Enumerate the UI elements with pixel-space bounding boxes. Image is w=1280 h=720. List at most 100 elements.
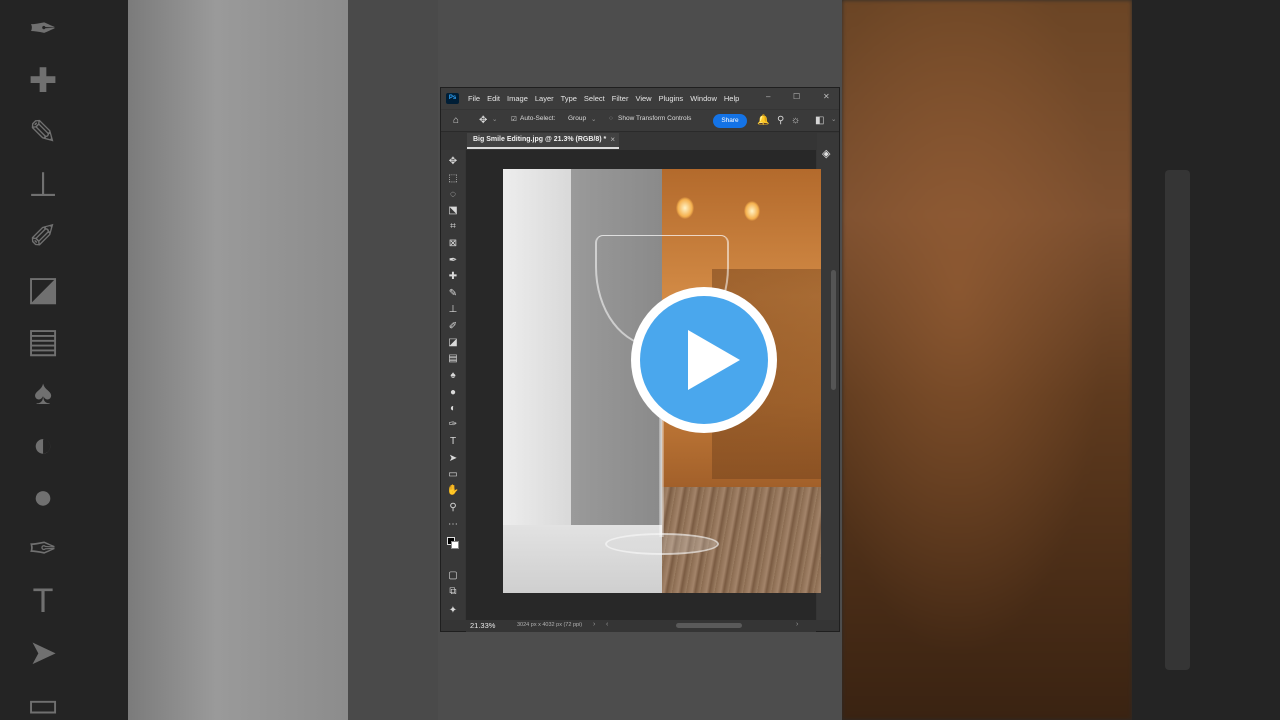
share-button[interactable]: Share (713, 114, 747, 128)
marquee-icon[interactable]: ⬚ (445, 172, 461, 186)
horizontal-scrollbar[interactable] (676, 623, 742, 628)
healing-brush-icon[interactable]: ✚ (445, 270, 461, 284)
menu-window[interactable]: Window (690, 94, 717, 103)
notifications-icon[interactable]: 🔔 (757, 115, 769, 127)
rectangle-icon[interactable]: ▭ (445, 468, 461, 482)
auto-select-dropdown[interactable]: Group (568, 115, 586, 122)
screen-mode-icon[interactable]: ⧉ (445, 585, 461, 599)
background-dark-right (1132, 0, 1280, 720)
menu-view[interactable]: View (635, 94, 651, 103)
close-window-button[interactable]: ✕ (823, 92, 830, 101)
bg-blur-icon: ♠ (33, 374, 53, 412)
status-bar: 21.33% 3024 px x 4032 px (72 ppi) › ‹ › (466, 620, 816, 632)
zoom-level[interactable]: 21.33% (470, 621, 495, 630)
play-button-circle (640, 296, 768, 424)
menu-edit[interactable]: Edit (487, 94, 500, 103)
bg-history-brush-icon: ✐ (28, 218, 58, 256)
dodge-icon[interactable]: ● (445, 386, 461, 400)
move-tool-icon[interactable]: ✥ (479, 115, 487, 127)
canvas-area[interactable] (466, 150, 836, 620)
menu-bar: Ps File Edit Image Layer Type Select Fil… (441, 88, 839, 109)
show-transform-label: Show Transform Controls (618, 115, 692, 122)
crop-icon[interactable]: ⌗ (445, 220, 461, 234)
status-chevron-icon[interactable]: › (593, 621, 595, 628)
workspace-chevron-icon[interactable]: ⌄ (831, 115, 836, 123)
maximize-button[interactable]: ☐ (793, 92, 800, 101)
zoom-icon[interactable]: ⚲ (445, 501, 461, 515)
history-brush-icon[interactable]: ✐ (445, 320, 461, 334)
bg-burn-icon: ● (32, 478, 54, 516)
bg-eyedropper-icon: ✒ (28, 10, 58, 48)
bg-rectangle-icon: ▭ (26, 686, 60, 720)
background-canvas-mid (348, 0, 438, 720)
brush-icon[interactable]: ✎ (445, 287, 461, 301)
background-scrollbar (1165, 170, 1190, 670)
bg-healing-icon: ✚ (28, 62, 58, 100)
bg-dodge-icon: ◐ (32, 426, 54, 464)
play-button[interactable] (631, 287, 777, 433)
search-icon[interactable]: ⚲ (777, 115, 784, 127)
video-frame: ✒ ✚ ✎ ⊥ ✐ ◪ ▤ ♠ ◐ ● ✑ T ➤ ▭ Ps File Edit… (0, 0, 1280, 720)
wine-glass-base (605, 533, 719, 555)
document-tab[interactable]: Big Smile Editing.jpg @ 21.3% (RGB/8) * … (467, 133, 619, 149)
vertical-scrollbar[interactable] (831, 270, 836, 390)
minimize-button[interactable]: – (766, 92, 770, 101)
scroll-left-icon[interactable]: ‹ (606, 621, 608, 628)
auto-select-checkbox[interactable]: ☑ (511, 115, 517, 123)
play-icon (688, 330, 740, 390)
scroll-right-icon[interactable]: › (796, 621, 798, 628)
document-info: 3024 px x 4032 px (72 ppi) (517, 622, 583, 628)
photoshop-logo: Ps (446, 93, 459, 104)
frame-icon[interactable]: ⊠ (445, 237, 461, 251)
document-title: Big Smile Editing.jpg @ 21.3% (RGB/8) * (473, 136, 607, 143)
workspace-icon[interactable]: ◧ (815, 115, 824, 127)
layers-panel-icon[interactable]: ◈ (822, 147, 830, 160)
discover-icon[interactable]: ☼ (791, 115, 800, 127)
menu-select[interactable]: Select (584, 94, 605, 103)
menu-image[interactable]: Image (507, 94, 528, 103)
hand-icon[interactable]: ✋ (445, 484, 461, 498)
object-select-icon[interactable]: ⬔ (445, 204, 461, 218)
clone-stamp-icon[interactable]: ⊥ (445, 303, 461, 317)
menu-layer[interactable]: Layer (535, 94, 554, 103)
home-icon[interactable]: ⌂ (453, 115, 459, 127)
auto-select-label: Auto-Select: (520, 115, 556, 122)
background-canvas-light (128, 0, 348, 720)
menu-plugins[interactable]: Plugins (659, 94, 684, 103)
menu-file[interactable]: File (468, 94, 480, 103)
lasso-icon[interactable]: ◌ (445, 188, 461, 202)
move-icon[interactable]: ✥ (445, 155, 461, 169)
path-select-icon[interactable]: ➤ (445, 452, 461, 466)
quick-mask-icon[interactable]: ▢ (445, 569, 461, 583)
close-tab-icon[interactable]: × (610, 135, 615, 144)
bg-eraser-icon: ◪ (26, 270, 60, 308)
more-tools-icon[interactable]: ⋯ (445, 518, 461, 532)
show-transform-checkbox[interactable]: ○ (609, 115, 613, 122)
photoshop-window: Ps File Edit Image Layer Type Select Fil… (440, 87, 840, 632)
move-preset-chevron-icon[interactable]: ⌄ (492, 115, 497, 123)
type-icon[interactable]: T (445, 435, 461, 449)
burn-icon[interactable]: ◐ (445, 402, 461, 416)
blur-icon[interactable]: ♠ (445, 369, 461, 383)
background-wood-blur (842, 0, 1132, 720)
bg-gradient-icon: ▤ (26, 322, 60, 360)
bg-select-icon: ➤ (28, 634, 58, 672)
tools-panel: ✥ ⬚ ◌ ⬔ ⌗ ⊠ ✒ ✚ ✎ ⊥ ✐ ◪ ▤ ♠ ● ◐ ✑ T ➤ ▭ ✋ ⚲ ⋯ ▢ ⧉ ✦ (441, 150, 465, 620)
background-toolstrip: ✒ ✚ ✎ ⊥ ✐ ◪ ▤ ♠ ◐ ● ✑ T ➤ ▭ (0, 0, 128, 720)
generative-icon[interactable]: ✦ (445, 604, 461, 618)
eyedropper-icon[interactable]: ✒ (445, 254, 461, 268)
options-bar: ⌂ ✥ ⌄ ☑ Auto-Select: Group ⌄ ○ Show Tran… (441, 110, 839, 132)
pen-icon[interactable]: ✑ (445, 418, 461, 432)
document-canvas[interactable] (503, 169, 821, 593)
bg-type-icon: T (32, 582, 54, 620)
menu-help[interactable]: Help (724, 94, 739, 103)
eraser-icon[interactable]: ◪ (445, 336, 461, 350)
color-swatches-icon[interactable] (445, 535, 461, 549)
gradient-icon[interactable]: ▤ (445, 352, 461, 366)
menu-type[interactable]: Type (561, 94, 577, 103)
menu-filter[interactable]: Filter (612, 94, 629, 103)
chevron-down-icon: ⌄ (591, 116, 597, 123)
bg-pen-icon: ✑ (28, 530, 58, 568)
bg-brush-icon: ✎ (28, 114, 58, 152)
bg-stamp-icon: ⊥ (28, 166, 58, 204)
